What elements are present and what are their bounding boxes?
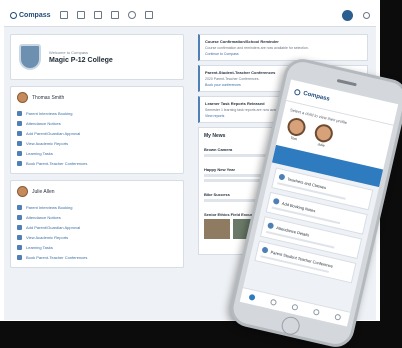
link-icon	[17, 110, 22, 116]
student-link[interactable]: Attendance Notices	[17, 212, 177, 222]
school-name: Magic P-12 College	[49, 57, 113, 64]
student-card-head: Thomas Smith	[17, 92, 177, 103]
child-name: Julie	[317, 142, 326, 148]
student-card-head: Julie Allen	[17, 186, 177, 197]
news-tab-icon[interactable]	[291, 303, 299, 311]
student-link-label: Book Parent-Teacher Conferences	[26, 160, 88, 166]
home-icon[interactable]	[59, 11, 68, 19]
student-link-label: Parent Interviews Booking	[26, 110, 73, 116]
student-link-label: Attendance Notices	[26, 214, 61, 220]
student-card-1: Thomas Smith Parent Interviews Booking A…	[10, 86, 184, 174]
people-icon[interactable]	[127, 11, 136, 19]
phone-speaker	[336, 78, 357, 87]
link-icon	[17, 214, 22, 220]
link-icon	[17, 224, 22, 230]
student-link[interactable]: Learning Tasks	[17, 148, 177, 158]
student-link[interactable]: Book Parent-Teacher Conferences	[17, 252, 177, 262]
link-icon	[17, 204, 22, 210]
student-link[interactable]: Add Parent/Guardian Approval	[17, 222, 177, 232]
student-link-label: Parent Interviews Booking	[26, 204, 73, 210]
student-link[interactable]: Parent Interviews Booking	[17, 202, 177, 212]
student-link-label: View Academic Reports	[26, 234, 69, 240]
student-link-label: Book Parent-Teacher Conferences	[26, 254, 88, 260]
phone-app-title: Compass	[302, 90, 331, 103]
student-link[interactable]: View Academic Reports	[17, 138, 177, 148]
screenshot-stage: Compass Welcome to Compass Magic P-12 Co…	[0, 0, 402, 348]
link-icon	[17, 120, 22, 126]
compass-logo[interactable]: Compass	[10, 11, 51, 19]
student-link-label: Learning Tasks	[26, 244, 53, 250]
notice-body: Course confirmation and reminders are no…	[205, 46, 309, 50]
phone-home-button[interactable]	[279, 314, 302, 337]
link-icon	[17, 150, 22, 156]
app-title: Compass	[19, 11, 51, 19]
link-icon	[17, 160, 22, 166]
calendar-icon[interactable]	[76, 11, 85, 19]
link-icon	[17, 244, 22, 250]
student-card-2: Julie Allen Parent Interviews Booking At…	[10, 180, 184, 268]
phone-card-icon	[278, 173, 286, 181]
student-link-label: View Academic Reports	[26, 140, 69, 146]
notice-link[interactable]: Continue to Compass	[205, 52, 362, 56]
student-link-label: Attendance Notices	[26, 120, 61, 126]
gear-icon[interactable]	[363, 11, 370, 19]
student-name[interactable]: Thomas Smith	[32, 95, 64, 101]
organisation-icon[interactable]	[110, 11, 119, 19]
school-crest-icon	[19, 44, 41, 70]
phone-card-icon	[267, 222, 275, 230]
student-link[interactable]: Book Parent-Teacher Conferences	[17, 158, 177, 168]
student-link-label: Learning Tasks	[26, 150, 53, 156]
school-card: Welcome to Compass Magic P-12 College	[10, 34, 184, 80]
child-name: Tom	[290, 135, 298, 142]
student-link[interactable]: Attendance Notices	[17, 118, 177, 128]
student-link-label: Add Parent/Guardian Approval	[26, 130, 81, 136]
student-name[interactable]: Julie Allen	[32, 189, 55, 195]
student-link[interactable]: Parent Interviews Booking	[17, 108, 177, 118]
school-text: Welcome to Compass Magic P-12 College	[49, 50, 113, 64]
compass-logo-icon	[293, 88, 302, 96]
student-link[interactable]: Add Parent/Guardian Approval	[17, 128, 177, 138]
user-avatar[interactable]	[342, 9, 353, 21]
student-link-label: Add Parent/Guardian Approval	[26, 224, 81, 230]
calendar-tab-icon[interactable]	[269, 298, 278, 306]
tools-icon[interactable]	[93, 11, 102, 19]
phone-card-icon	[261, 246, 269, 254]
top-navigation-bar: Compass	[4, 4, 376, 27]
profile-tab-icon[interactable]	[312, 308, 320, 316]
notice-card[interactable]: Course Confirmation/School Reminder Cour…	[198, 34, 368, 61]
notice-title: Course Confirmation/School Reminder	[205, 39, 279, 44]
phone-child[interactable]: Julie	[310, 122, 335, 152]
school-header-small: Welcome to Compass	[49, 50, 89, 55]
phone-card-icon	[272, 197, 280, 205]
student-link[interactable]: View Academic Reports	[17, 232, 177, 242]
compass-logo-icon	[10, 11, 17, 19]
link-icon	[17, 130, 22, 136]
home-tab-icon[interactable]	[248, 293, 256, 301]
student-avatar	[17, 92, 28, 103]
link-icon	[17, 140, 22, 146]
student-avatar	[17, 186, 28, 197]
link-icon	[17, 254, 22, 260]
phone-child[interactable]: Tom	[283, 116, 308, 146]
student-link[interactable]: Learning Tasks	[17, 242, 177, 252]
link-icon	[17, 234, 22, 240]
help-icon[interactable]	[144, 11, 153, 19]
news-photo[interactable]	[204, 219, 230, 239]
more-tab-icon[interactable]	[334, 313, 342, 321]
left-column: Welcome to Compass Magic P-12 College Th…	[10, 34, 184, 274]
